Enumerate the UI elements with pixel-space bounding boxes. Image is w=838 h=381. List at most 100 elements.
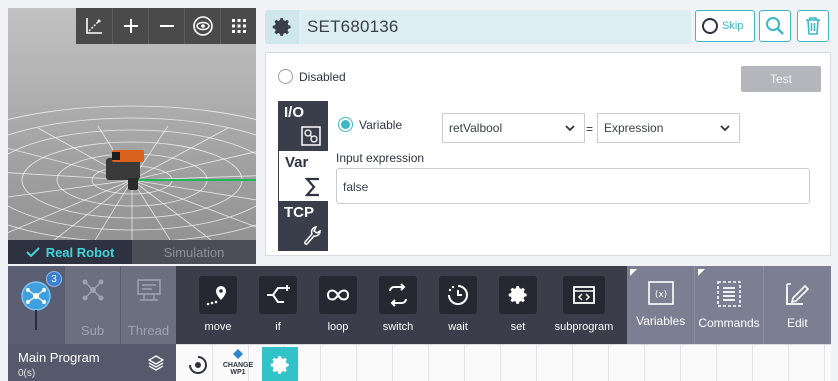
tab-var[interactable]: Var bbox=[278, 151, 328, 201]
subprogram-icon bbox=[573, 286, 595, 304]
zoom-in-icon[interactable] bbox=[112, 8, 148, 44]
expression-input[interactable]: false bbox=[336, 168, 810, 204]
sigma-icon bbox=[304, 177, 319, 197]
if-icon bbox=[267, 285, 290, 303]
search-icon bbox=[766, 17, 784, 35]
program-tabs: 3 Sub Thread bbox=[8, 266, 176, 344]
change-wp-icon bbox=[233, 349, 243, 359]
main-program-title: Main Program bbox=[18, 350, 100, 365]
svg-text:(x): (x) bbox=[654, 290, 666, 300]
wait-icon bbox=[448, 285, 468, 305]
tab-tcp[interactable]: TCP bbox=[278, 201, 328, 251]
tab-sub-program[interactable]: Sub bbox=[64, 266, 120, 344]
trash-icon bbox=[806, 17, 820, 35]
command-header: SET680136 bbox=[265, 10, 691, 44]
subprogram-command[interactable]: subprogram bbox=[548, 266, 620, 344]
loop-icon bbox=[326, 289, 350, 301]
command-name: SET680136 bbox=[307, 17, 399, 36]
variable-option[interactable]: Variable bbox=[338, 117, 402, 132]
sub-tab-label: Sub bbox=[80, 323, 105, 338]
gear-icon bbox=[508, 286, 527, 304]
thread-tab-label: Thread bbox=[127, 323, 170, 338]
assignment-operator: = bbox=[586, 122, 594, 136]
variables-label: Variables bbox=[636, 314, 686, 328]
timeline-set-item[interactable] bbox=[262, 347, 298, 381]
start-icon bbox=[189, 355, 207, 374]
main-program-info[interactable]: Main Program 0(s) bbox=[8, 344, 176, 381]
timeline-start-item[interactable] bbox=[180, 347, 216, 381]
simulation-tab[interactable]: Simulation bbox=[132, 240, 256, 264]
if-label: if bbox=[275, 321, 281, 333]
variables-tool[interactable]: (x) Variables bbox=[627, 266, 694, 344]
program-count-badge: 3 bbox=[46, 271, 62, 287]
input-expression-label: Input expression bbox=[336, 151, 425, 165]
tab-tcp-label: TCP bbox=[284, 204, 314, 221]
gear-icon bbox=[270, 355, 289, 374]
move-icon bbox=[206, 286, 226, 306]
check-icon bbox=[25, 247, 40, 258]
move-command[interactable]: move bbox=[188, 266, 248, 344]
robot-mode-switch: Real Robot Simulation bbox=[8, 240, 256, 264]
robot-model bbox=[106, 150, 144, 190]
tab-var-label: Var bbox=[285, 154, 309, 171]
layers-icon[interactable] bbox=[148, 355, 164, 371]
thread-icon bbox=[136, 279, 161, 301]
timeline-change-wp-item[interactable]: CHANGE WP1 bbox=[220, 347, 256, 381]
edit-tool[interactable]: Edit bbox=[762, 266, 831, 344]
grid-menu-icon[interactable] bbox=[220, 8, 256, 44]
robot-3d-viewport[interactable]: Real Robot Simulation bbox=[8, 8, 256, 264]
zoom-out-icon[interactable] bbox=[148, 8, 184, 44]
tab-main-program[interactable]: 3 bbox=[8, 266, 64, 344]
loop-label: loop bbox=[327, 321, 349, 333]
edit-label: Edit bbox=[786, 316, 808, 330]
delete-button[interactable] bbox=[797, 10, 829, 42]
robot-programming-app: Real Robot Simulation SET680136 Skip Dis… bbox=[0, 0, 838, 381]
skip-label: Skip bbox=[722, 20, 744, 32]
skip-toggle[interactable]: Skip bbox=[695, 10, 755, 42]
variable-radio[interactable] bbox=[338, 117, 353, 132]
test-button[interactable]: Test bbox=[741, 66, 821, 92]
switch-label: switch bbox=[382, 321, 414, 333]
disabled-option[interactable]: Disabled bbox=[278, 69, 346, 84]
disabled-radio[interactable] bbox=[278, 69, 293, 84]
disabled-label: Disabled bbox=[299, 69, 346, 84]
edit-icon bbox=[786, 283, 810, 305]
wrench-icon bbox=[304, 226, 321, 245]
variable-select-value: retValbool bbox=[449, 121, 503, 135]
corner-marker bbox=[698, 269, 706, 276]
search-button[interactable] bbox=[759, 10, 791, 42]
commands-tool[interactable]: Commands bbox=[694, 266, 762, 344]
floor-grid bbox=[8, 105, 256, 264]
set-label: set bbox=[510, 321, 526, 333]
change-wp-label: CHANGE WP1 bbox=[222, 362, 254, 376]
set-command[interactable]: set bbox=[488, 266, 548, 344]
program-timeline[interactable]: CHANGE WP1 bbox=[176, 344, 831, 381]
axis-icon[interactable] bbox=[76, 8, 112, 44]
commands-icon bbox=[717, 281, 741, 307]
switch-icon bbox=[389, 283, 407, 307]
set-command-icon bbox=[265, 10, 299, 44]
set-type-tabs: I/O Var TCP bbox=[278, 101, 328, 253]
switch-command[interactable]: switch bbox=[368, 266, 428, 344]
wait-command[interactable]: wait bbox=[428, 266, 488, 344]
tab-io-label: I/O bbox=[284, 104, 305, 121]
io-icon bbox=[301, 126, 321, 146]
command-palette: move if loop switch wait set subprogram bbox=[176, 266, 627, 344]
expression-type-select[interactable]: Expression bbox=[597, 113, 740, 143]
if-command[interactable]: if bbox=[248, 266, 308, 344]
chevron-down-icon bbox=[720, 125, 730, 132]
wait-label: wait bbox=[448, 321, 468, 333]
main-program-duration: 0(s) bbox=[18, 368, 36, 379]
variable-select[interactable]: retValbool bbox=[442, 113, 585, 143]
real-robot-label: Real Robot bbox=[45, 244, 115, 260]
simulation-label: Simulation bbox=[163, 244, 225, 260]
viewport-toolbar bbox=[76, 8, 256, 44]
corner-marker bbox=[630, 269, 637, 276]
subprogram-label: subprogram bbox=[554, 321, 614, 333]
commands-label: Commands bbox=[698, 316, 760, 330]
tab-thread[interactable]: Thread bbox=[120, 266, 176, 344]
loop-command[interactable]: loop bbox=[308, 266, 368, 344]
real-robot-tab[interactable]: Real Robot bbox=[8, 240, 132, 264]
tab-io[interactable]: I/O bbox=[278, 101, 328, 151]
eye-icon[interactable] bbox=[184, 8, 220, 44]
